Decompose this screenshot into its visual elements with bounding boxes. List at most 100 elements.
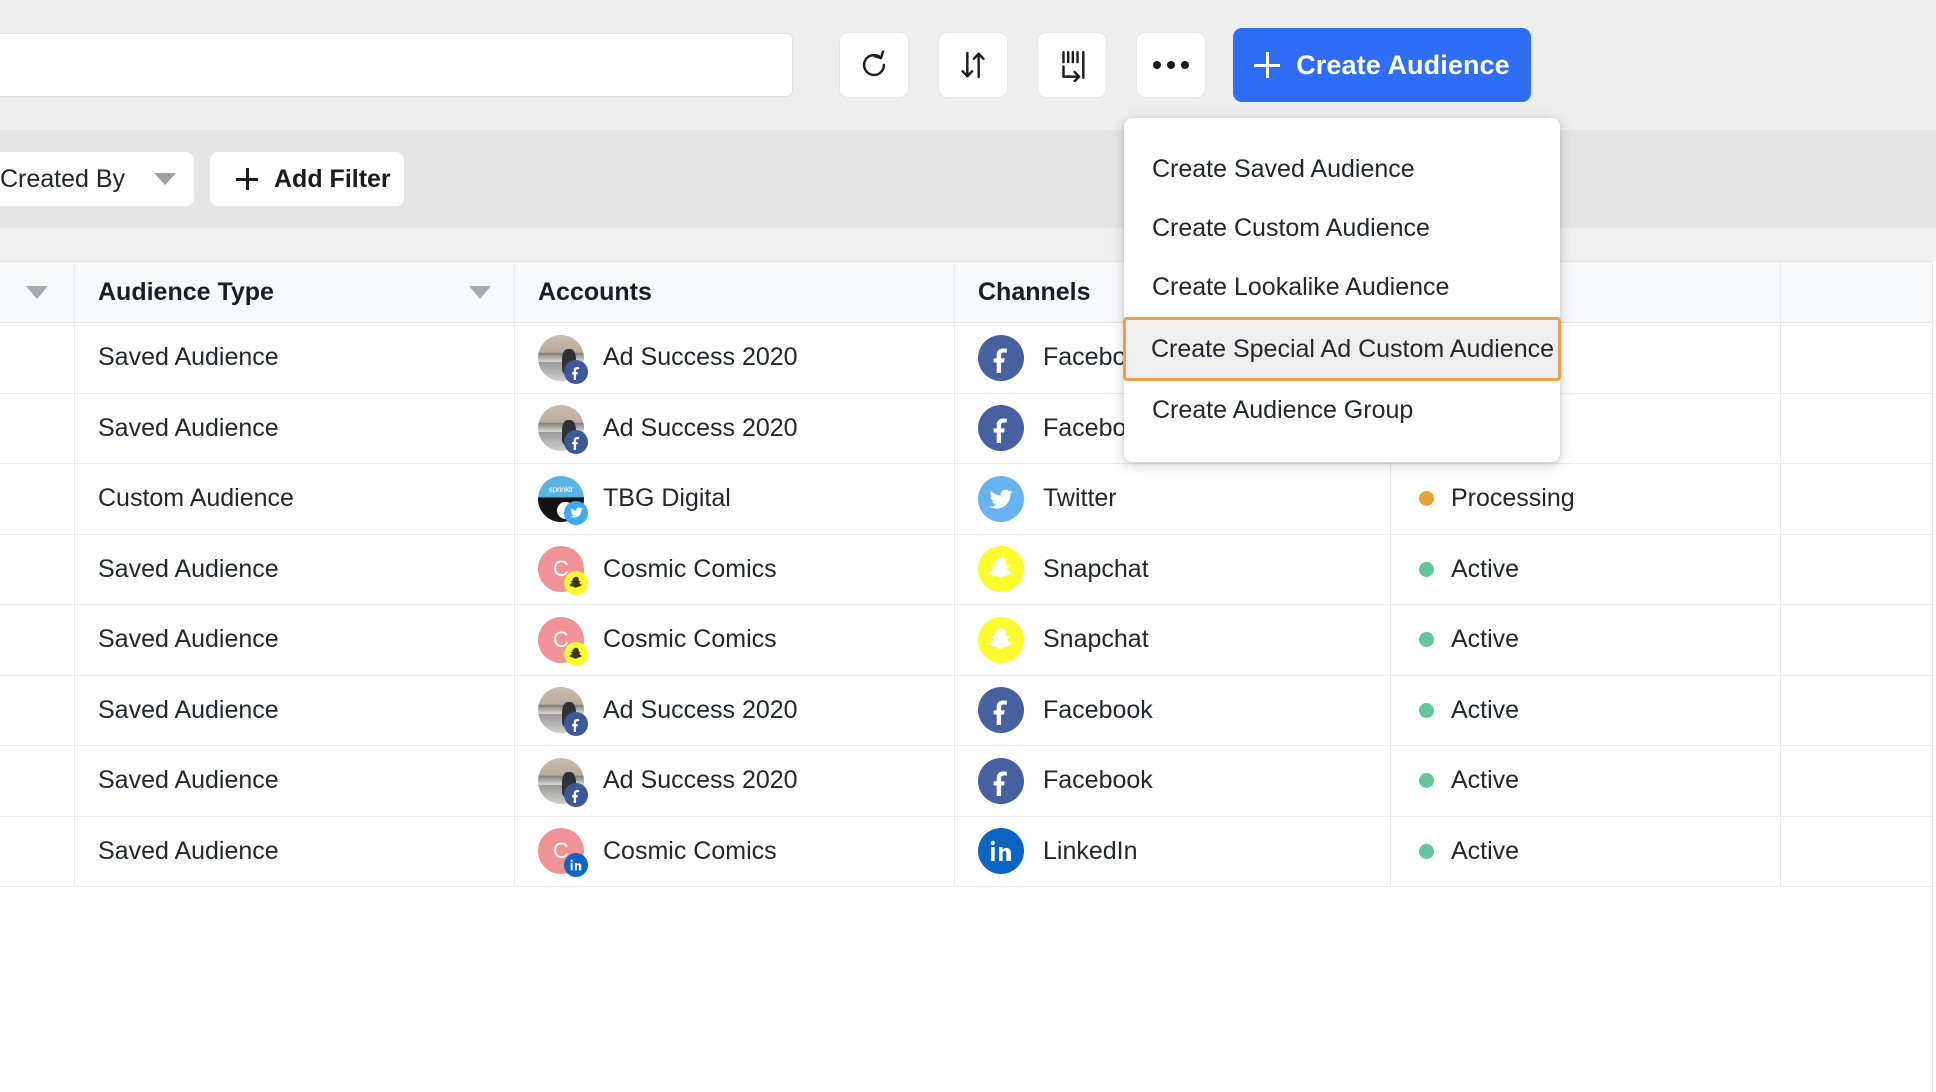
snapchat-badge-icon bbox=[564, 571, 588, 596]
table-row[interactable]: Saved Audience Ad Success 2020 Facebook bbox=[0, 323, 1936, 394]
header-select-all[interactable] bbox=[0, 262, 75, 322]
columns-icon bbox=[1055, 48, 1089, 82]
audience-type-text: Saved Audience bbox=[98, 413, 279, 442]
status-dot-icon bbox=[1419, 843, 1434, 859]
audience-type-text: Saved Audience bbox=[98, 343, 279, 372]
table-body: Saved Audience Ad Success 2020 Facebook Sav… bbox=[0, 323, 1936, 887]
chevron-down-icon bbox=[26, 285, 48, 299]
created-by-label: Created By bbox=[0, 164, 126, 193]
header-channels-label: Channels bbox=[978, 277, 1091, 306]
header-extra[interactable] bbox=[1781, 262, 1936, 322]
facebook-badge-icon bbox=[564, 430, 588, 455]
cell-extra bbox=[1781, 464, 1936, 534]
status-text: Active bbox=[1451, 554, 1520, 583]
table-row[interactable]: Saved Audience C Cosmic Comics Snapchat Acti… bbox=[0, 534, 1936, 605]
cell-audience-type: Saved Audience bbox=[75, 746, 515, 816]
search-input[interactable] bbox=[0, 33, 793, 97]
facebook-icon bbox=[978, 405, 1024, 452]
chevron-down-icon bbox=[154, 173, 176, 185]
row-checkbox[interactable] bbox=[0, 323, 75, 393]
cell-extra bbox=[1781, 394, 1936, 464]
audience-type-text: Custom Audience bbox=[98, 484, 294, 513]
cell-status: Processing bbox=[1391, 464, 1781, 534]
cell-account: Ad Success 2020 bbox=[515, 393, 955, 463]
cell-account: Ad Success 2020 bbox=[515, 323, 955, 393]
cell-status: Active bbox=[1391, 816, 1781, 886]
cell-account: sprinklr TBG Digital bbox=[515, 464, 955, 534]
cell-account: C Cosmic Comics bbox=[515, 605, 955, 675]
audience-type-text: Saved Audience bbox=[98, 766, 279, 795]
table-row[interactable]: Custom Audience sprinklr TBG Digital Twitte… bbox=[0, 464, 1936, 535]
ellipsis-icon bbox=[1153, 61, 1189, 69]
table-row[interactable]: Saved Audience C Cosmic Comics LinkedIn Acti… bbox=[0, 816, 1936, 887]
account-name-text: TBG Digital bbox=[603, 484, 731, 513]
table-row[interactable]: Saved Audience C Cosmic Comics Snapchat Acti… bbox=[0, 605, 1936, 676]
audience-type-text: Saved Audience bbox=[98, 836, 279, 865]
status-dot-icon bbox=[1419, 702, 1434, 718]
more-options-button[interactable] bbox=[1136, 32, 1206, 98]
table-row[interactable]: Saved Audience Ad Success 2020 Facebook Act… bbox=[0, 675, 1936, 746]
table-row[interactable]: Saved Audience Ad Success 2020 Facebook bbox=[0, 393, 1936, 464]
columns-button[interactable] bbox=[1037, 32, 1107, 98]
audience-type-text: Saved Audience bbox=[98, 554, 279, 583]
menu-item-label: Create Lookalike Audience bbox=[1152, 273, 1450, 301]
table-right-edge bbox=[1932, 261, 1936, 1092]
created-by-filter[interactable]: Created By bbox=[0, 152, 194, 206]
menu-item-create-saved-audience[interactable]: Create Saved Audience bbox=[1124, 140, 1560, 199]
cell-extra bbox=[1781, 676, 1936, 746]
account-avatar bbox=[538, 405, 588, 455]
menu-item-label: Create Saved Audience bbox=[1152, 155, 1415, 183]
refresh-icon bbox=[857, 48, 891, 82]
cell-status: Active bbox=[1391, 746, 1781, 816]
refresh-button[interactable] bbox=[839, 32, 909, 98]
account-name-text: Ad Success 2020 bbox=[603, 343, 798, 372]
create-audience-menu: Create Saved Audience Create Custom Audie… bbox=[1123, 118, 1561, 462]
table-row[interactable]: Saved Audience Ad Success 2020 Facebook Act… bbox=[0, 746, 1936, 817]
cell-channel: Facebook bbox=[955, 746, 1391, 816]
menu-item-create-special-ad-custom-audience[interactable]: Create Special Ad Custom Audience bbox=[1123, 317, 1561, 381]
audience-type-text: Saved Audience bbox=[98, 625, 279, 654]
status-text: Active bbox=[1451, 625, 1520, 654]
cell-extra bbox=[1781, 535, 1936, 605]
header-audience-type[interactable]: Audience Type bbox=[75, 262, 515, 322]
filter-bar: Created By Add Filter bbox=[0, 130, 1936, 228]
table-header-row: Audience Type Accounts Channels bbox=[0, 262, 1936, 323]
account-avatar: sprinklr bbox=[538, 475, 588, 525]
menu-item-create-custom-audience[interactable]: Create Custom Audience bbox=[1124, 199, 1560, 258]
status-dot-icon bbox=[1419, 491, 1434, 507]
row-checkbox[interactable] bbox=[0, 746, 75, 816]
facebook-badge-icon bbox=[564, 782, 588, 807]
menu-item-create-lookalike-audience[interactable]: Create Lookalike Audience bbox=[1124, 258, 1560, 317]
status-text: Processing bbox=[1451, 484, 1575, 513]
status-text: Active bbox=[1451, 836, 1520, 865]
linkedin-badge-icon bbox=[564, 853, 588, 878]
cell-account: C Cosmic Comics bbox=[515, 816, 955, 886]
row-checkbox[interactable] bbox=[0, 816, 75, 886]
channel-name-text: LinkedIn bbox=[1043, 836, 1138, 865]
status-text: Active bbox=[1451, 766, 1520, 795]
row-checkbox[interactable] bbox=[0, 605, 75, 675]
audience-type-text: Saved Audience bbox=[98, 695, 279, 724]
menu-item-create-audience-group[interactable]: Create Audience Group bbox=[1124, 381, 1560, 440]
account-name-text: Ad Success 2020 bbox=[603, 695, 798, 724]
create-audience-button[interactable]: Create Audience bbox=[1233, 28, 1531, 102]
add-filter-button[interactable]: Add Filter bbox=[210, 152, 404, 206]
account-avatar: C bbox=[538, 546, 588, 596]
row-checkbox[interactable] bbox=[0, 534, 75, 604]
channel-name-text: Snapchat bbox=[1043, 625, 1149, 654]
cell-channel: Snapchat bbox=[955, 534, 1391, 604]
sort-button[interactable] bbox=[938, 32, 1008, 98]
audience-manager-screen: Create Audience Created By Add Filter Au… bbox=[0, 0, 1936, 1092]
channel-name-text: Facebook bbox=[1043, 695, 1153, 724]
header-accounts[interactable]: Accounts bbox=[515, 262, 955, 322]
cell-extra bbox=[1781, 605, 1936, 675]
row-checkbox[interactable] bbox=[0, 393, 75, 463]
cell-account: C Cosmic Comics bbox=[515, 534, 955, 604]
cell-extra bbox=[1781, 323, 1936, 393]
row-checkbox[interactable] bbox=[0, 464, 75, 534]
row-checkbox[interactable] bbox=[0, 675, 75, 745]
cell-channel: Twitter bbox=[955, 464, 1391, 534]
channel-name-text: Snapchat bbox=[1043, 554, 1149, 583]
account-avatar: C bbox=[538, 828, 588, 878]
account-name-text: Cosmic Comics bbox=[603, 554, 777, 583]
